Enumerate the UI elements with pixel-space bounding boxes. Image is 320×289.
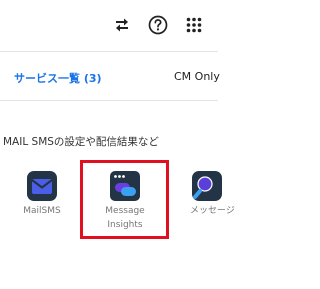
swap-arrows-icon[interactable]: [111, 14, 133, 36]
top-bar: [0, 0, 218, 52]
app-message-search[interactable]: メッセージ: [190, 166, 274, 236]
app-label: MailSMS: [23, 206, 61, 216]
mail-envelope-icon: [25, 169, 59, 203]
tab-services[interactable]: サービス一覧 (3): [14, 70, 102, 86]
message-search-icon: [190, 169, 224, 203]
apps-grid-icon[interactable]: [183, 14, 205, 36]
tab-cm-only[interactable]: CM Only: [174, 70, 220, 83]
service-tabs: サービス一覧 (3) CM Only: [0, 53, 220, 101]
help-icon[interactable]: [147, 14, 169, 36]
section-description: MAIL SMSの設定や配信結果など: [3, 136, 159, 148]
highlight-box: [80, 160, 169, 239]
app-label: メッセージ: [190, 206, 235, 216]
app-mailsms[interactable]: MailSMS: [0, 166, 84, 236]
